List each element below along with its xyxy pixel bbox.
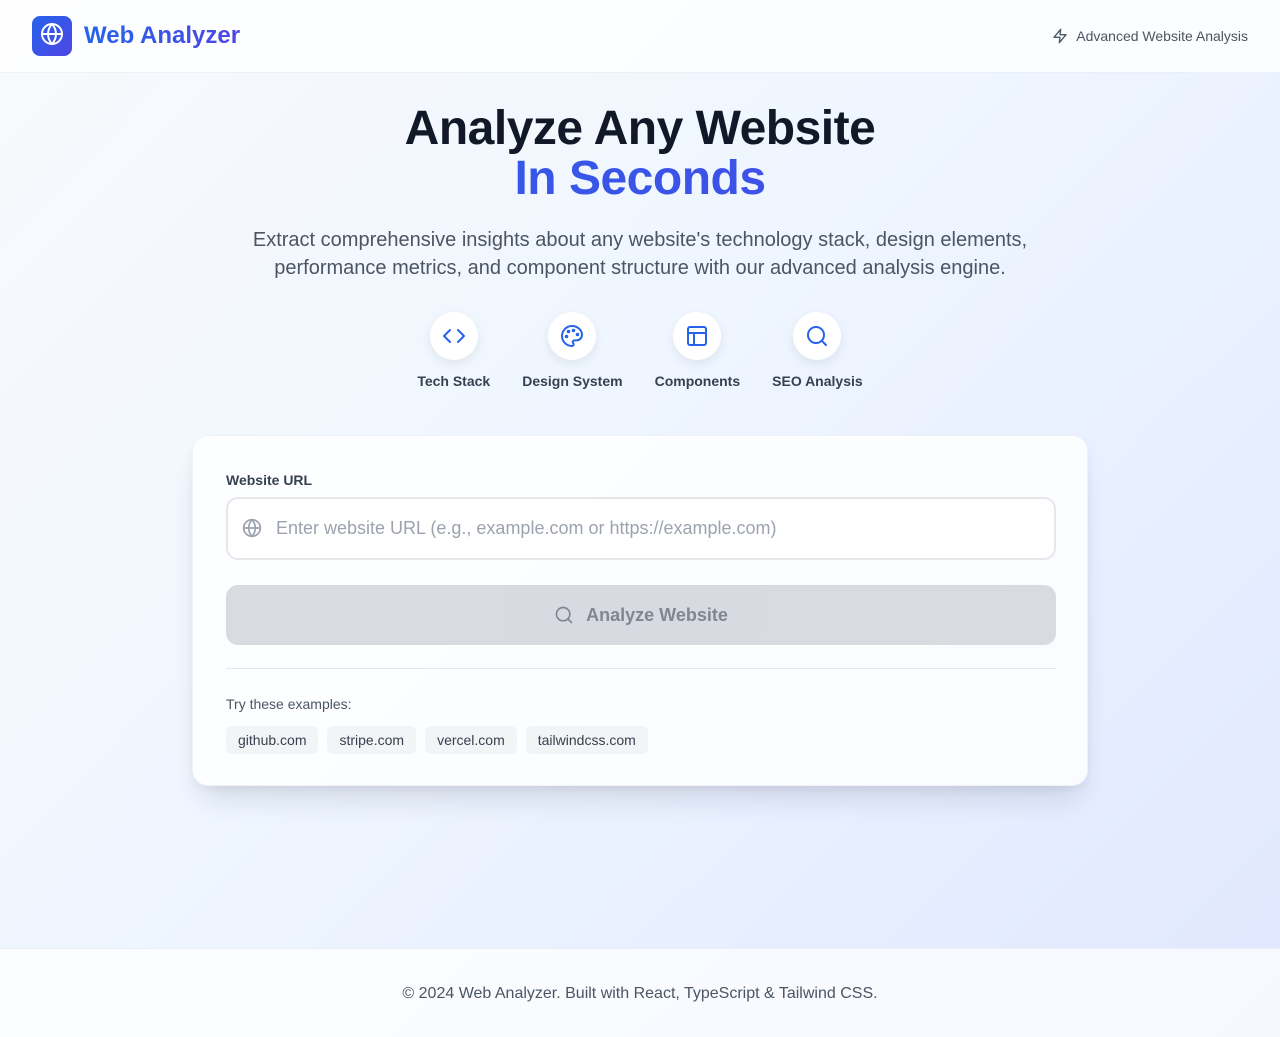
feature-label: Tech Stack [417,373,491,389]
url-input-wrapper[interactable] [226,497,1056,560]
hero-title-accent: In Seconds [0,154,1280,204]
search-icon [554,605,574,625]
logo-badge[interactable] [32,16,72,56]
url-input[interactable] [276,499,1046,558]
divider [226,668,1056,669]
globe-icon [40,22,64,51]
example-chip-vercel[interactable]: vercel.com [425,726,517,754]
hero-title-line1: Analyze Any Website [404,102,876,155]
search-icon [793,312,842,360]
globe-icon [242,518,262,543]
analyze-button-label: Analyze Website [586,604,728,625]
example-chip-tailwindcss[interactable]: tailwindcss.com [525,726,648,754]
tagline-text: Advanced Website Analysis [1076,28,1248,44]
palette-icon [548,312,597,360]
code-icon [429,312,478,360]
hero-subtitle: Extract comprehensive insights about any… [252,229,1028,279]
hero-title: Analyze Any Website In Seconds [0,104,1280,204]
layout-icon [673,312,722,360]
app-header: Web Analyzer Advanced Website Analysis [0,0,1280,73]
analyze-form-card: Website URL Analyze Website Try these ex… [192,435,1088,786]
header-tagline: Advanced Website Analysis [1052,26,1248,46]
feature-design-system: Design System [522,312,623,391]
app-footer: © 2024 Web Analyzer. Built with React, T… [0,948,1280,1037]
feature-label: SEO Analysis [772,373,863,389]
feature-components: Components [654,312,741,391]
feature-label: Design System [522,373,623,389]
app-title[interactable]: Web Analyzer [84,20,240,52]
examples-label: Try these examples: [226,696,352,712]
example-chip-github[interactable]: github.com [226,726,319,754]
analyze-button[interactable]: Analyze Website [226,585,1056,645]
feature-list: Tech Stack Design System Components SEO … [0,312,1280,391]
feature-tech-stack: Tech Stack [417,312,490,391]
footer-text: © 2024 Web Analyzer. Built with React, T… [402,985,878,1002]
feature-label: Components [654,373,741,389]
example-list: github.com stripe.com vercel.com tailwin… [226,726,648,754]
example-chip-stripe[interactable]: stripe.com [327,726,417,754]
zap-icon [1052,28,1068,44]
feature-seo-analysis: SEO Analysis [772,312,863,391]
url-label: Website URL [226,472,313,488]
